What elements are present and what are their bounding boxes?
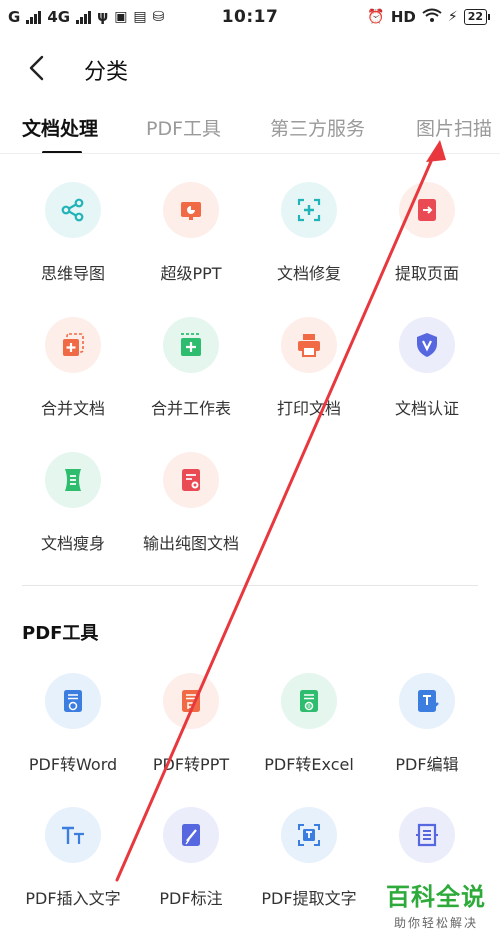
tab-pdf-tools[interactable]: PDF工具	[146, 114, 221, 141]
merge-sheet-icon	[163, 317, 219, 373]
tool-label: PDF转Word	[28, 755, 118, 774]
tool-item[interactable]: PDF转Word	[14, 673, 132, 775]
tool-item[interactable]: 思维导图	[14, 182, 132, 284]
shield-icon	[399, 317, 455, 373]
chevron-left-icon	[29, 55, 44, 81]
status-right: ⏰ HD ⚡ 22	[367, 8, 490, 26]
image-doc-icon	[163, 452, 219, 508]
tool-item[interactable]	[368, 807, 486, 885]
tool-label: 打印文档	[276, 399, 341, 418]
pdf-edit-icon	[399, 673, 455, 729]
text-insert-icon	[45, 807, 101, 863]
tool-item[interactable]: 打印文档	[250, 317, 368, 419]
pdf-ppt-icon	[163, 673, 219, 729]
tool-item[interactable]: 文档认证	[368, 317, 486, 419]
tool-item[interactable]: PDF转PPT	[132, 673, 250, 775]
pdf-excel-icon	[281, 673, 337, 729]
category-tabs: 文档处理 PDF工具 第三方服务 图片扫描	[0, 104, 500, 154]
app-header: 分类	[0, 40, 500, 96]
tool-item[interactable]: 文档修复	[250, 182, 368, 284]
tool-label: PDF插入文字	[25, 889, 121, 908]
pdf-section-title: PDF工具	[22, 623, 99, 644]
tool-label: 超级PPT	[160, 264, 222, 283]
tool-item[interactable]: 文档瘦身	[14, 452, 132, 554]
merge-doc-icon	[45, 317, 101, 373]
tool-label: 提取页面	[394, 264, 459, 283]
watermark-slogan: 助你轻松解决	[393, 916, 478, 930]
mindmap-icon	[45, 182, 101, 238]
tool-item[interactable]: 合并工作表	[132, 317, 250, 419]
tool-label: 文档修复	[276, 264, 341, 283]
tool-label: 文档瘦身	[40, 534, 105, 553]
tool-item[interactable]: 输出纯图文档	[132, 452, 250, 554]
tool-label: 思维导图	[40, 264, 105, 283]
tool-label: PDF转PPT	[152, 755, 230, 774]
tool-label: PDF转Excel	[264, 755, 354, 774]
tool-label: 文档认证	[394, 399, 459, 418]
active-tab-indicator	[42, 151, 82, 153]
tool-item[interactable]: 合并文档	[14, 317, 132, 419]
doc-repair-icon	[281, 182, 337, 238]
status-bar: G 4G ψ ▣ ▤ ⛁ 10:17 ⏰ HD ⚡ 22	[0, 0, 500, 36]
tool-label: 合并工作表	[150, 399, 231, 418]
charging-icon: ⚡	[447, 9, 458, 25]
tool-label: PDF编辑	[395, 755, 459, 774]
section-divider	[22, 585, 478, 586]
watermark-title: 百科全说	[386, 883, 486, 911]
page-title: 分类	[84, 60, 129, 85]
tab-third-party[interactable]: 第三方服务	[270, 114, 365, 141]
printer-icon	[281, 317, 337, 373]
alarm-icon: ⏰	[367, 9, 385, 25]
tab-doc-processing[interactable]: 文档处理	[22, 114, 98, 141]
back-button[interactable]	[20, 48, 60, 88]
tool-label: 输出纯图文档	[142, 534, 239, 553]
tool-label: PDF标注	[159, 889, 223, 908]
tool-item[interactable]: PDF标注	[132, 807, 250, 909]
ppt-icon	[163, 182, 219, 238]
annotate-icon	[163, 807, 219, 863]
tool-item[interactable]: PDF插入文字	[14, 807, 132, 909]
wifi-icon	[422, 8, 442, 26]
tool-item[interactable]: 超级PPT	[132, 182, 250, 284]
battery-level: 22	[463, 9, 487, 25]
slim-doc-icon	[45, 452, 101, 508]
tool-item[interactable]: PDF转Excel	[250, 673, 368, 775]
extract-text-icon	[281, 807, 337, 863]
tab-image-scan[interactable]: 图片扫描	[416, 114, 492, 141]
tool-label: PDF提取文字	[261, 889, 357, 908]
watermark-logo: 百科全说 助你轻松解决	[386, 877, 486, 931]
tool-item[interactable]: PDF提取文字	[250, 807, 368, 909]
tool-item[interactable]: PDF编辑	[368, 673, 486, 775]
document-list-icon	[399, 807, 455, 863]
pdf-word-icon	[45, 673, 101, 729]
extract-page-icon	[399, 182, 455, 238]
battery-icon: 22	[463, 9, 490, 25]
tool-label: 合并文档	[40, 399, 105, 418]
tool-item[interactable]: 提取页面	[368, 182, 486, 284]
hd-badge: HD	[390, 8, 416, 26]
